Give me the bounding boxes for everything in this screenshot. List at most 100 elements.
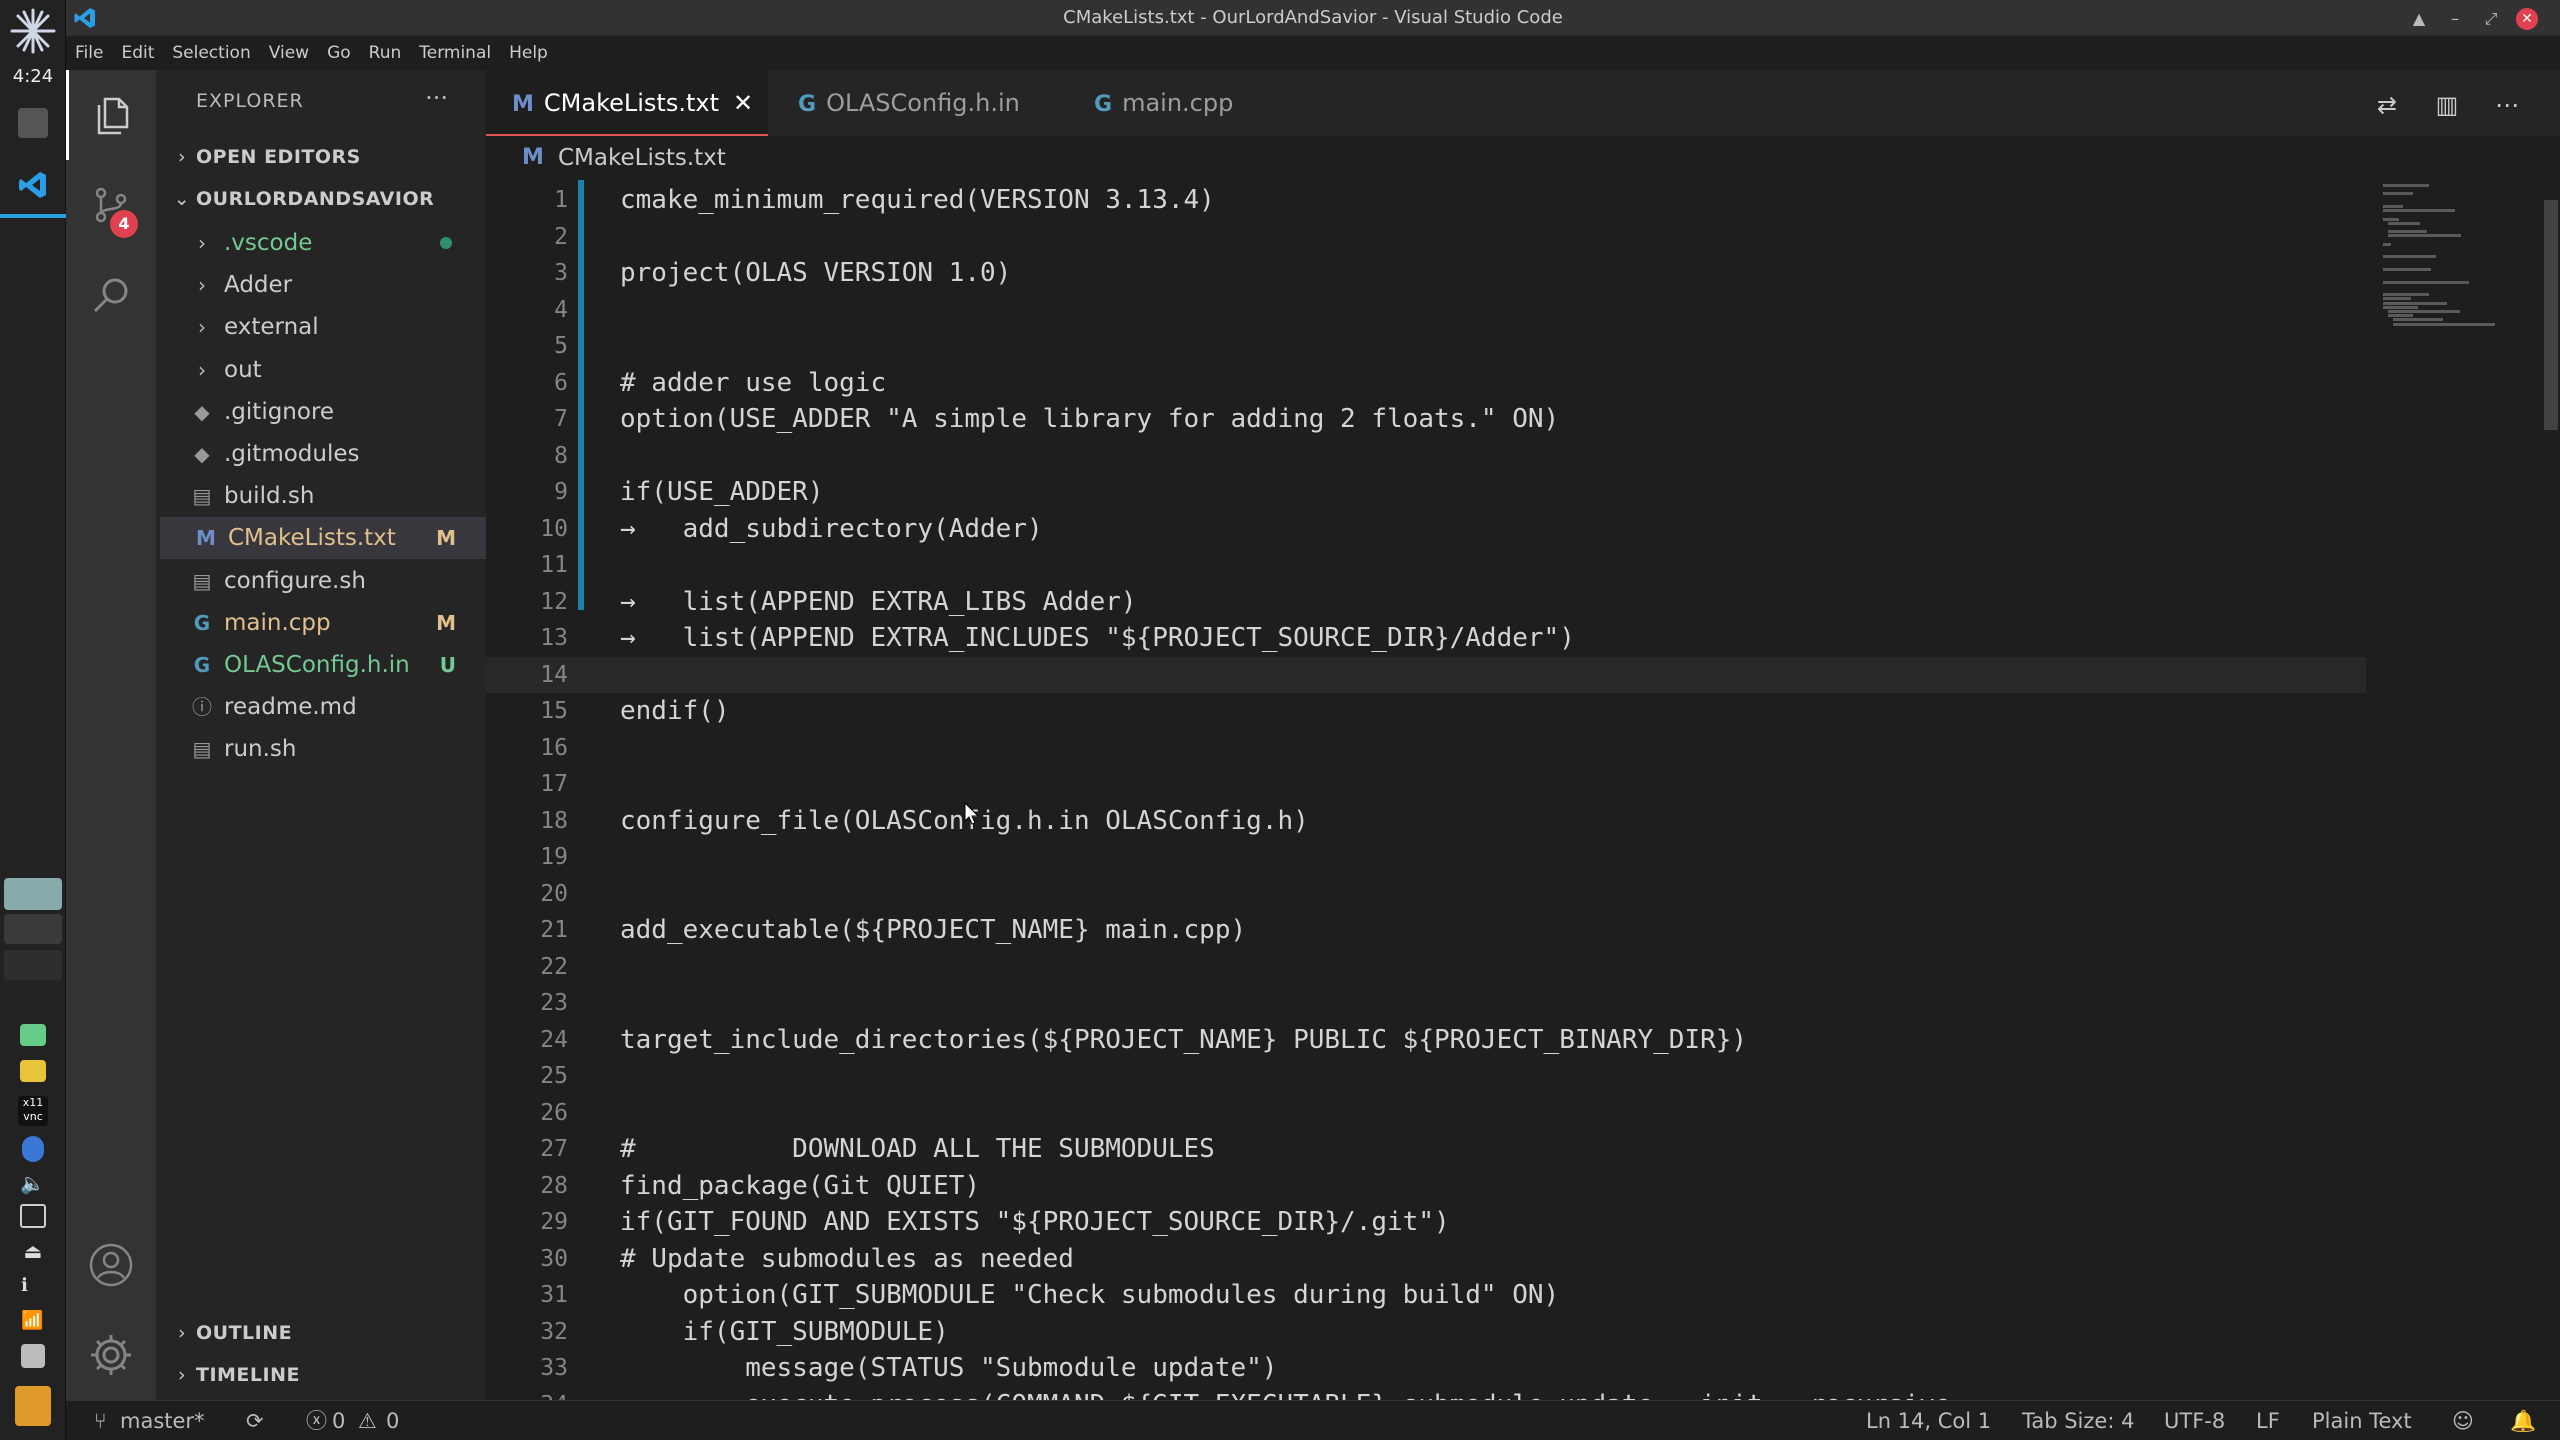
code-line[interactable]: 29 if(GIT_FOUND AND EXISTS "${PROJECT_SOU… bbox=[486, 1204, 2366, 1241]
code-line[interactable]: 26 bbox=[486, 1095, 2366, 1132]
more-actions-icon[interactable]: ··· bbox=[425, 84, 448, 112]
tree-item[interactable]: ⓘ readme.md bbox=[156, 686, 486, 728]
feedback-icon[interactable]: ☺ bbox=[2452, 1401, 2474, 1440]
code-line[interactable]: 23 bbox=[486, 985, 2366, 1022]
code-line[interactable]: 21 add_executable(${PROJECT_NAME} main.cp… bbox=[486, 912, 2366, 949]
menu-file[interactable]: File bbox=[66, 36, 112, 70]
error-icon[interactable]: ⓧ bbox=[306, 1401, 327, 1440]
tree-item[interactable]: › .vscode bbox=[156, 222, 486, 264]
vscode-window-thumb[interactable] bbox=[4, 878, 62, 910]
tree-item[interactable]: ▤ run.sh bbox=[156, 728, 486, 770]
open-changes-icon[interactable]: ⇄ bbox=[2370, 88, 2404, 122]
bluetooth-icon[interactable] bbox=[22, 1136, 44, 1162]
menu-view[interactable]: View bbox=[260, 36, 318, 70]
close-tab-icon[interactable]: ✕ bbox=[733, 89, 753, 117]
code-line[interactable]: 32 if(GIT_SUBMODULE) bbox=[486, 1314, 2366, 1351]
tab-cmakelists[interactable]: M CMakeLists.txt ✕ bbox=[486, 70, 768, 136]
window-thumb[interactable] bbox=[4, 950, 62, 980]
menu-terminal[interactable]: Terminal bbox=[410, 36, 500, 70]
cursor-position[interactable]: Ln 14, Col 1 bbox=[1866, 1401, 1991, 1440]
code-line[interactable]: 1 cmake_minimum_required(VERSION 3.13.4) bbox=[486, 182, 2366, 219]
code-line[interactable]: 27 # DOWNLOAD ALL THE SUBMODULES bbox=[486, 1131, 2366, 1168]
code-line[interactable]: 28 find_package(Git QUIET) bbox=[486, 1168, 2366, 1205]
code-line[interactable]: 9 if(USE_ADDER) bbox=[486, 474, 2366, 511]
code-line[interactable]: 5 bbox=[486, 328, 2366, 365]
branch-status[interactable]: master* bbox=[120, 1401, 205, 1440]
settings-gear-icon[interactable] bbox=[66, 1310, 156, 1400]
tree-item[interactable]: G OLASConfig.h.in U bbox=[156, 644, 486, 686]
code-line[interactable]: 4 bbox=[486, 292, 2366, 329]
search-icon[interactable] bbox=[66, 250, 156, 340]
code-line[interactable]: 15 endif() bbox=[486, 693, 2366, 730]
vscode-dock-icon[interactable] bbox=[18, 170, 48, 200]
code-line[interactable]: 13 → list(APPEND EXTRA_INCLUDES "${PROJEC… bbox=[486, 620, 2366, 657]
code-line[interactable]: 10 → add_subdirectory(Adder) bbox=[486, 511, 2366, 548]
open-editors-section[interactable]: › OPEN EDITORS bbox=[168, 140, 361, 174]
code-line[interactable]: 18 configure_file(OLASConfig.h.in OLASCon… bbox=[486, 803, 2366, 840]
network-icon[interactable]: 📶 bbox=[21, 1310, 45, 1332]
menu-help[interactable]: Help bbox=[500, 36, 557, 70]
tree-item[interactable]: › external bbox=[156, 306, 486, 348]
tree-item[interactable]: › Adder bbox=[156, 264, 486, 306]
code-line[interactable]: 33 message(STATUS "Submodule update") bbox=[486, 1350, 2366, 1387]
tree-item[interactable]: ▤ build.sh bbox=[156, 475, 486, 517]
vnc-icon[interactable]: x11 vnc bbox=[18, 1096, 48, 1126]
code-line[interactable]: 34 execute_process(COMMAND ${GIT_EXECUTA… bbox=[486, 1387, 2366, 1401]
encoding[interactable]: UTF-8 bbox=[2164, 1401, 2225, 1440]
restore-button[interactable]: ⤢ bbox=[2480, 8, 2502, 30]
tree-item[interactable]: ◆ .gitmodules bbox=[156, 433, 486, 475]
tab-main-cpp[interactable]: Gmain.cpp bbox=[1064, 70, 1284, 136]
code-line[interactable]: 20 bbox=[486, 876, 2366, 913]
code-line[interactable]: 2 bbox=[486, 219, 2366, 256]
breadcrumb-file[interactable]: CMakeLists.txt bbox=[558, 136, 726, 180]
files-app-icon[interactable] bbox=[18, 108, 48, 138]
tray-app-icon[interactable] bbox=[15, 1386, 51, 1426]
menu-selection[interactable]: Selection bbox=[163, 36, 259, 70]
image-viewer-icon[interactable] bbox=[20, 1024, 46, 1046]
split-editor-icon[interactable]: ▥ bbox=[2430, 88, 2464, 122]
code-editor[interactable]: 1 cmake_minimum_required(VERSION 3.13.4) 2… bbox=[486, 180, 2560, 1400]
language-mode[interactable]: Plain Text bbox=[2312, 1401, 2412, 1440]
tree-item[interactable]: Gmain.cpp M bbox=[156, 602, 486, 644]
outline-section[interactable]: › OUTLINE bbox=[168, 1316, 292, 1350]
code-line[interactable]: 30 # Update submodules as needed bbox=[486, 1241, 2366, 1278]
code-line[interactable]: 6 # adder use logic bbox=[486, 365, 2366, 402]
code-line[interactable]: 11 bbox=[486, 547, 2366, 584]
code-line[interactable]: 24 target_include_directories(${PROJECT_N… bbox=[486, 1022, 2366, 1059]
menu-run[interactable]: Run bbox=[360, 36, 411, 70]
code-line[interactable]: 7 option(USE_ADDER "A simple library for … bbox=[486, 401, 2366, 438]
code-line[interactable]: 16 bbox=[486, 730, 2366, 767]
tree-item[interactable]: › out bbox=[156, 349, 486, 391]
menu-edit[interactable]: Edit bbox=[112, 36, 163, 70]
tree-item[interactable]: M CMakeLists.txt M bbox=[160, 517, 486, 560]
volume-icon[interactable]: 🔈 bbox=[20, 1172, 45, 1194]
terminal-icon[interactable]: ℹ bbox=[21, 1274, 45, 1298]
window-thumb[interactable] bbox=[4, 914, 62, 944]
eol[interactable]: LF bbox=[2256, 1401, 2280, 1440]
menu-go[interactable]: Go bbox=[318, 36, 360, 70]
code-line[interactable]: 31 option(GIT_SUBMODULE "Check submodule… bbox=[486, 1277, 2366, 1314]
minimize-aux-icon[interactable]: ▲ bbox=[2408, 8, 2430, 30]
clipboard-icon[interactable] bbox=[21, 1344, 45, 1368]
warning-icon[interactable]: ⚠ bbox=[358, 1401, 377, 1440]
sync-icon[interactable]: ⟳ bbox=[246, 1401, 264, 1440]
code-line[interactable]: 3 project(OLAS VERSION 1.0) bbox=[486, 255, 2366, 292]
code-line[interactable]: 14 bbox=[486, 656, 2366, 693]
source-control-icon[interactable]: 4 bbox=[66, 160, 156, 250]
code-line[interactable]: 17 bbox=[486, 766, 2366, 803]
minimize-button[interactable]: – bbox=[2444, 8, 2466, 30]
editor-scrollbar[interactable] bbox=[2544, 200, 2558, 430]
notifications-bell-icon[interactable]: 🔔 bbox=[2510, 1401, 2536, 1440]
tab-olasconfig[interactable]: G OLASConfig.h.in bbox=[768, 70, 1064, 136]
code-line[interactable]: 22 bbox=[486, 949, 2366, 986]
tree-item[interactable]: ▤ configure.sh bbox=[156, 560, 486, 602]
timeline-section[interactable]: › TIMELINE bbox=[168, 1358, 300, 1392]
eject-icon[interactable]: ⏏ bbox=[21, 1240, 45, 1262]
explorer-icon[interactable] bbox=[66, 70, 156, 160]
os-menu-icon[interactable] bbox=[6, 4, 60, 58]
account-icon[interactable] bbox=[66, 1220, 156, 1310]
tree-item[interactable]: ◆ .gitignore bbox=[156, 391, 486, 433]
code-line[interactable]: 19 bbox=[486, 839, 2366, 876]
code-line[interactable]: 25 bbox=[486, 1058, 2366, 1095]
code-line[interactable]: 8 bbox=[486, 438, 2366, 475]
